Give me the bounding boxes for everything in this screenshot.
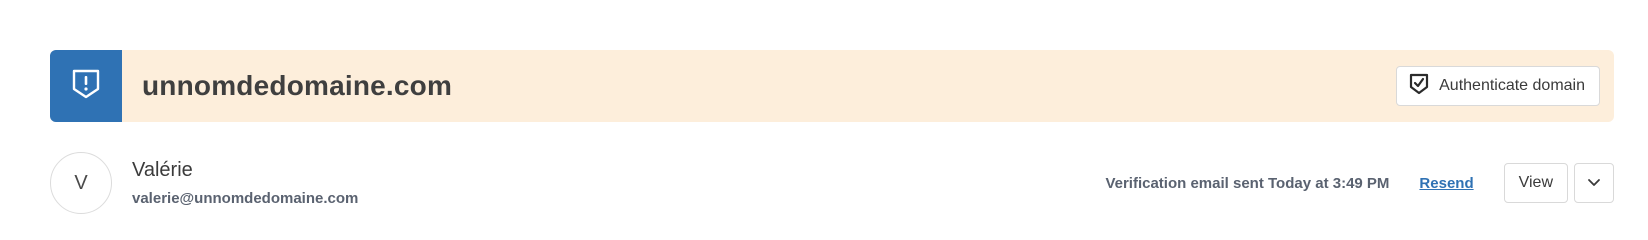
domain-name: unnomdedomaine.com [142,70,453,101]
verification-status: Verification email sent Today at 3:49 PM [1105,174,1390,192]
view-button[interactable]: View [1503,163,1568,203]
authenticate-domain-label: Authenticate domain [1439,77,1585,94]
shield-check-icon [1409,73,1429,100]
member-actions: Verification email sent Today at 3:49 PM… [1105,163,1614,203]
chevron-down-icon [1587,174,1601,192]
member-email: valerie@unnomdedomaine.com [132,190,359,207]
domain-status-block [50,50,122,122]
member-row: V Valérie valerie@unnomdedomaine.com Ver… [50,152,1614,214]
avatar: V [50,152,112,214]
domain-banner: unnomdedomaine.com Authenticate domain [50,50,1614,122]
member-info: Valérie valerie@unnomdedomaine.com [132,159,358,207]
resend-link[interactable]: Resend [1419,175,1473,192]
more-options-button[interactable] [1574,163,1614,203]
member-name: Valérie [132,159,193,181]
shield-alert-icon [71,68,101,105]
authenticate-domain-button[interactable]: Authenticate domain [1396,66,1600,106]
